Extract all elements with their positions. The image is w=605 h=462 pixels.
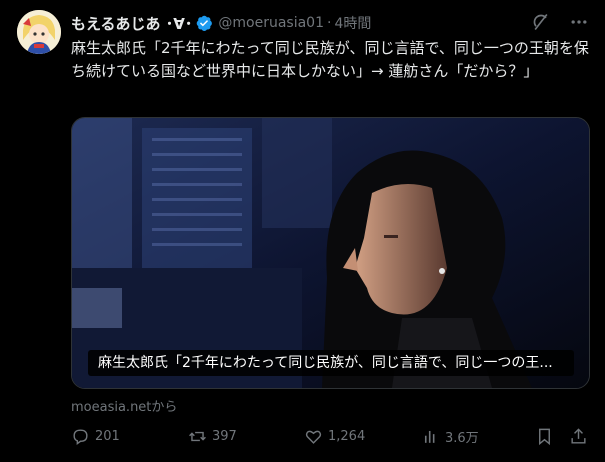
reply-button[interactable]: 201 (71, 427, 120, 446)
bookmark-icon (539, 428, 550, 445)
views-icon (424, 430, 435, 443)
media-video[interactable]: 麻生太郎氏「2千年にわたって同じ民族が、同じ言語で、同じ一つの王... (71, 117, 590, 389)
heart-icon (305, 430, 322, 444)
like-count: 1,264 (328, 428, 366, 444)
repost-count: 397 (212, 428, 237, 444)
reply-icon (73, 428, 88, 445)
repost-button[interactable]: 397 (188, 427, 237, 446)
media-caption: 麻生太郎氏「2千年にわたって同じ民族が、同じ言語で、同じ一つの王... (88, 350, 574, 376)
verified-badge-icon (195, 14, 213, 32)
share-icon (571, 427, 586, 444)
tweet-header: もえるあじあ ･∀･ @moeruasia01 · 4時間 (71, 12, 589, 34)
author-name[interactable]: もえるあじあ ･∀･ (71, 13, 192, 34)
timestamp[interactable]: 4時間 (334, 13, 371, 33)
bookmark-button[interactable] (535, 427, 554, 446)
tweet-text: 麻生太郎氏「2千年にわたって同じ民族が、同じ言語で、同じ一つの王朝を保ち続けてい… (71, 39, 589, 80)
author-handle[interactable]: @moeruasia01 (218, 15, 324, 31)
views-button[interactable]: 3.6万 (421, 427, 479, 446)
reply-count: 201 (95, 428, 120, 444)
separator-dot: · (327, 15, 332, 31)
repost-icon (189, 431, 206, 441)
grok-icon[interactable] (531, 12, 551, 36)
share-button[interactable] (569, 427, 588, 446)
more-icon[interactable] (569, 12, 589, 36)
views-count: 3.6万 (445, 430, 479, 446)
video-frame (72, 118, 589, 388)
like-button[interactable]: 1,264 (304, 427, 365, 446)
action-bar: 201 397 1,264 3.6万 (71, 425, 589, 447)
avatar[interactable] (17, 10, 61, 54)
link-source[interactable]: moeasia.netから (71, 396, 177, 415)
